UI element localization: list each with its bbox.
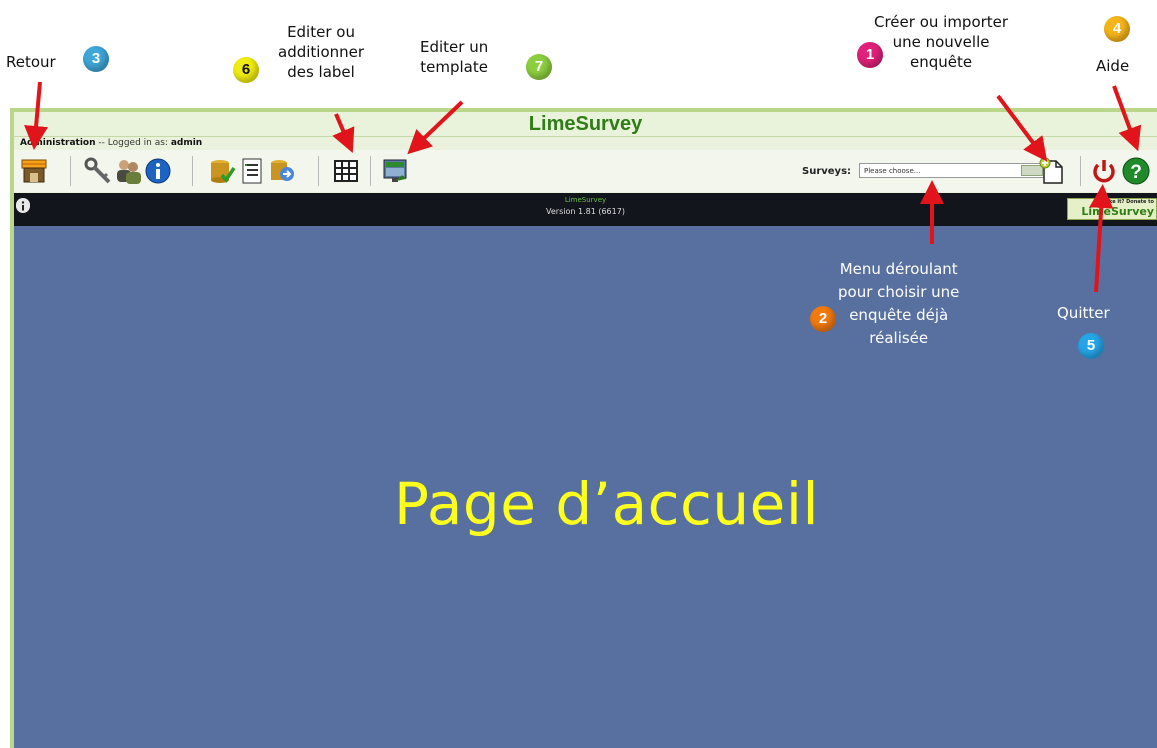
arrow-template xyxy=(407,100,464,155)
annotation-arrows xyxy=(24,81,1142,293)
arrow-aide xyxy=(1112,85,1142,152)
arrow-label xyxy=(332,113,355,154)
arrow-retour xyxy=(24,81,49,150)
arrow-creer xyxy=(996,94,1048,162)
arrow-quitter xyxy=(1089,184,1114,293)
